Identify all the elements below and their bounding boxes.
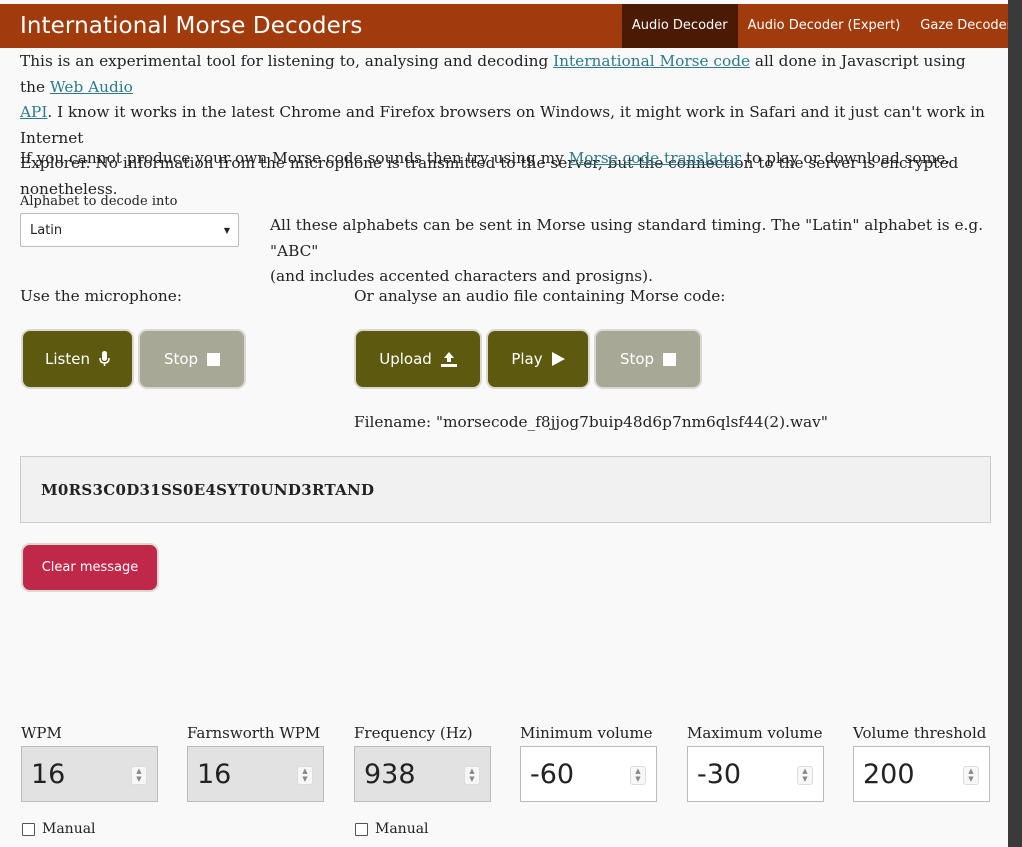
frequency-manual-label: Manual bbox=[375, 821, 429, 837]
chevron-down-icon: ▼ bbox=[223, 226, 230, 235]
nav-audio-decoder-expert[interactable]: Audio Decoder (Expert) bbox=[738, 4, 911, 48]
threshold-input[interactable]: 200 ▲ ▼ bbox=[853, 746, 990, 802]
alphabet-select[interactable]: Latin ▼ bbox=[20, 213, 239, 247]
nav-audio-decoder[interactable]: Audio Decoder bbox=[621, 4, 738, 48]
file-label: Or analyse an audio file containing Mors… bbox=[354, 287, 726, 305]
upload-button[interactable]: Upload bbox=[354, 329, 482, 389]
farnsworth-value: 16 bbox=[197, 759, 232, 790]
mic-label: Use the microphone: bbox=[20, 287, 182, 305]
stop-icon bbox=[207, 352, 221, 366]
listen-button[interactable]: Listen bbox=[21, 329, 134, 389]
wpm-input[interactable]: 16 ▲ ▼ bbox=[21, 746, 158, 802]
upload-label: Upload bbox=[379, 350, 432, 368]
wpm-manual-label: Manual bbox=[42, 821, 96, 837]
threshold-value: 200 bbox=[863, 759, 915, 790]
translator-text-2: to play or download some. bbox=[741, 149, 951, 167]
translator-paragraph: If you cannot produce your own Morse cod… bbox=[20, 146, 950, 172]
alphabet-selected-value: Latin bbox=[30, 223, 63, 238]
min-volume-label: Minimum volume bbox=[520, 724, 653, 742]
api-link[interactable]: API bbox=[20, 103, 47, 121]
navbar: International Morse Decoders Audio Decod… bbox=[0, 4, 1022, 48]
frequency-input[interactable]: 938 ▲ ▼ bbox=[354, 746, 491, 802]
play-icon bbox=[551, 352, 565, 366]
frequency-label: Frequency (Hz) bbox=[354, 724, 473, 742]
intro-paragraph: This is an experimental tool for listeni… bbox=[20, 49, 995, 202]
nav-links: Audio Decoder Audio Decoder (Expert) Gaz… bbox=[621, 4, 1022, 48]
spinner-icon[interactable]: ▲ ▼ bbox=[963, 766, 979, 785]
translator-link[interactable]: Morse code translator bbox=[569, 149, 741, 167]
intro-text-1: This is an experimental tool for listeni… bbox=[20, 52, 554, 70]
decoded-message-box: M0RS3C0D31SS0E4SYT0UND3RTAND bbox=[20, 456, 991, 523]
brand-title[interactable]: International Morse Decoders bbox=[20, 13, 363, 39]
spinner-icon[interactable]: ▲ ▼ bbox=[131, 766, 147, 785]
translator-text-1: If you cannot produce your own Morse cod… bbox=[20, 149, 569, 167]
spinner-icon[interactable]: ▲ ▼ bbox=[797, 766, 813, 785]
max-volume-label: Maximum volume bbox=[687, 724, 823, 742]
wpm-label: WPM bbox=[21, 724, 62, 742]
min-volume-input[interactable]: -60 ▲ ▼ bbox=[520, 746, 657, 802]
filename-text: Filename: "morsecode_f8jjog7buip48d6p7nm… bbox=[354, 413, 828, 431]
clear-message-button[interactable]: Clear message bbox=[21, 543, 159, 592]
nav-gaze-decoder[interactable]: Gaze Decoder bbox=[910, 4, 1022, 48]
max-volume-input[interactable]: -30 ▲ ▼ bbox=[687, 746, 824, 802]
alphabet-description: All these alphabets can be sent in Morse… bbox=[270, 213, 1008, 290]
frequency-value: 938 bbox=[364, 759, 416, 790]
alphabet-label: Alphabet to decode into bbox=[20, 194, 178, 209]
alphabet-desc-line-1: All these alphabets can be sent in Morse… bbox=[270, 216, 984, 260]
mic-stop-button[interactable]: Stop bbox=[138, 329, 246, 389]
frequency-manual-checkbox[interactable] bbox=[355, 823, 368, 836]
max-volume-value: -30 bbox=[697, 759, 742, 790]
farnsworth-input[interactable]: 16 ▲ ▼ bbox=[187, 746, 324, 802]
morse-code-link[interactable]: International Morse code bbox=[553, 52, 750, 70]
listen-label: Listen bbox=[45, 350, 90, 368]
clear-message-label: Clear message bbox=[41, 560, 139, 575]
farnsworth-label: Farnsworth WPM bbox=[187, 724, 321, 742]
spinner-icon[interactable]: ▲ ▼ bbox=[630, 766, 646, 785]
scrollbar[interactable] bbox=[1008, 0, 1022, 847]
wpm-value: 16 bbox=[31, 759, 66, 790]
microphone-icon bbox=[99, 351, 110, 366]
spinner-icon[interactable]: ▲ ▼ bbox=[464, 766, 480, 785]
file-stop-button[interactable]: Stop bbox=[594, 329, 702, 389]
spinner-icon[interactable]: ▲ ▼ bbox=[297, 766, 313, 785]
web-audio-link[interactable]: Web Audio bbox=[50, 78, 133, 96]
alphabet-desc-line-2: (and includes accented characters and pr… bbox=[270, 267, 653, 285]
threshold-label: Volume threshold bbox=[853, 724, 987, 742]
wpm-manual-checkbox[interactable] bbox=[22, 823, 35, 836]
file-stop-label: Stop bbox=[619, 350, 655, 368]
decoded-message-text: M0RS3C0D31SS0E4SYT0UND3RTAND bbox=[41, 481, 375, 499]
intro-text-3: . I know it works in the latest Chrome a… bbox=[20, 103, 985, 147]
play-button[interactable]: Play bbox=[486, 329, 590, 389]
page: International Morse Decoders Audio Decod… bbox=[0, 0, 1022, 847]
stop-icon bbox=[663, 352, 677, 366]
mic-stop-label: Stop bbox=[163, 350, 199, 368]
play-label: Play bbox=[511, 350, 543, 368]
upload-icon bbox=[440, 351, 457, 367]
min-volume-value: -60 bbox=[530, 759, 575, 790]
